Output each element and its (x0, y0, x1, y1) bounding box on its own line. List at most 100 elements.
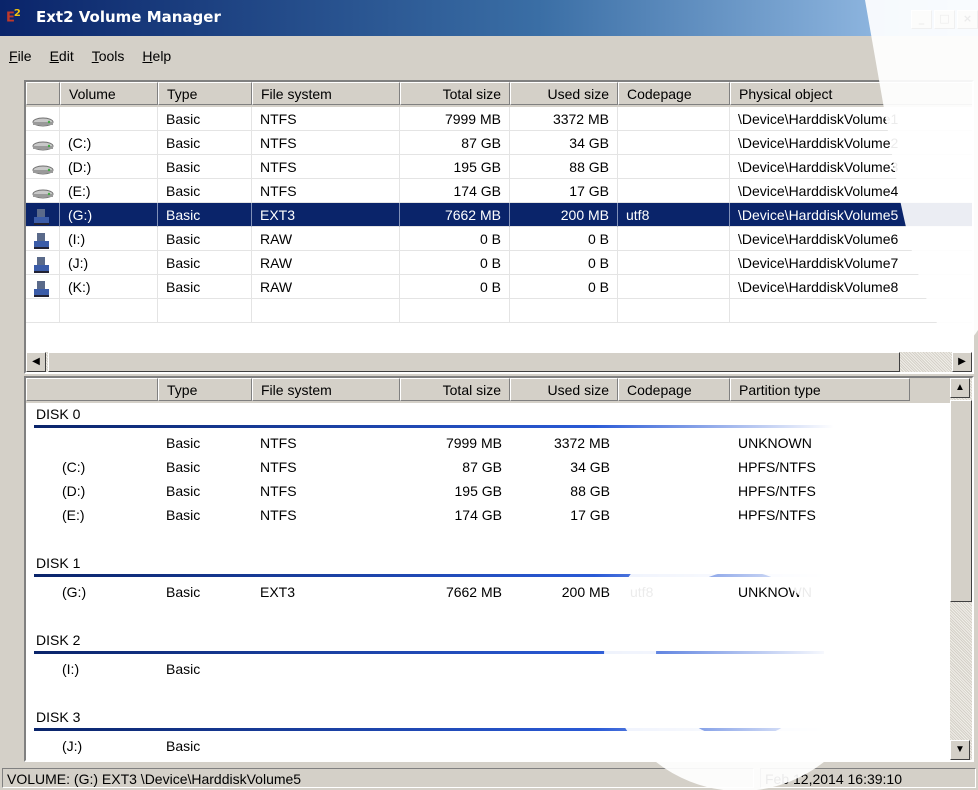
usb-drive-icon (32, 256, 52, 273)
partition-row[interactable]: Basic NTFS 7999 MB 3372 MB UNKNOWN (26, 433, 946, 457)
disk-col-header-total-size[interactable]: Total size (400, 378, 510, 401)
disk-col-header-used-size[interactable]: Used size (510, 378, 618, 401)
maximize-button[interactable]: □ (934, 10, 955, 29)
menu-tools-label: ools (98, 48, 125, 64)
cell-icon (26, 107, 60, 131)
volume-row[interactable]: (D:) Basic NTFS 195 GB 88 GB \Device\Harddisk… (26, 155, 972, 179)
menu-help[interactable]: Help (133, 48, 180, 64)
partition-row[interactable]: (E:) Basic NTFS 174 GB 17 GB HPFS/NTFS (26, 505, 946, 529)
partition-row[interactable]: (I:) Basic (26, 659, 946, 683)
disk-separator (34, 651, 834, 654)
empty-cell (60, 299, 158, 323)
cell-physical-object: \Device\HarddiskVolume1 (730, 107, 972, 131)
cell-icon (26, 227, 60, 251)
cell-type: Basic (158, 155, 252, 179)
disk-label[interactable]: DISK 2 (36, 632, 80, 648)
cell-codepage (618, 131, 730, 155)
cell-total-size: 0 B (400, 251, 510, 275)
cell-icon (26, 155, 60, 179)
col-header-codepage[interactable]: Codepage (618, 82, 730, 105)
disk-label[interactable]: DISK 1 (36, 555, 80, 571)
hard-disk-icon (32, 184, 54, 199)
scroll-up-button[interactable]: ▲ (950, 378, 970, 398)
disk-label[interactable]: DISK 0 (36, 406, 80, 422)
partition-used-size: 34 GB (570, 459, 610, 475)
partition-used-size: 200 MB (561, 584, 610, 600)
cell-codepage (618, 179, 730, 203)
disk-col-header-type[interactable]: Type (158, 378, 252, 401)
volume-list[interactable]: Volume Type File system Total size Used … (24, 80, 974, 374)
cell-type: Basic (158, 179, 252, 203)
partition-row[interactable]: (G:) Basic EXT3 7662 MB 200 MB utf8 UNKNOWN (26, 582, 946, 606)
cell-file-system: NTFS (252, 107, 400, 131)
menu-bar: File Edit Tools Help (0, 44, 978, 68)
menu-edit[interactable]: Edit (41, 48, 83, 64)
partition-row[interactable]: (J:) Basic (26, 736, 946, 760)
disk-col-header-file-system[interactable]: File system (252, 378, 400, 401)
volume-list-hscrollbar[interactable]: ◀ ▶ (26, 352, 972, 372)
cell-type: Basic (158, 275, 252, 299)
partition-volume: (C:) (62, 459, 86, 475)
title-bar[interactable]: E2 Ext2 Volume Manager _ □ × (0, 0, 978, 36)
partition-row[interactable]: (C:) Basic NTFS 87 GB 34 GB HPFS/NTFS (26, 457, 946, 481)
col-header-type[interactable]: Type (158, 82, 252, 105)
menu-tools[interactable]: Tools (83, 48, 134, 64)
volume-row[interactable]: (C:) Basic NTFS 87 GB 34 GB \Device\HarddiskV… (26, 131, 972, 155)
menu-edit-mnemonic: E (49, 48, 59, 64)
cell-type: Basic (158, 107, 252, 131)
col-header-volume[interactable]: Volume (60, 82, 158, 105)
cell-total-size: 174 GB (400, 179, 510, 203)
close-button[interactable]: × (957, 10, 978, 29)
disk-label[interactable]: DISK 3 (36, 709, 80, 725)
col-header-physical-object[interactable]: Physical object (730, 82, 972, 105)
cell-physical-object: \Device\HarddiskVolume7 (730, 251, 972, 275)
cell-codepage (618, 107, 730, 131)
minimize-button[interactable]: _ (911, 10, 932, 29)
empty-cell (158, 299, 252, 323)
disk-col-header-name[interactable] (26, 378, 158, 401)
cell-physical-object: \Device\HarddiskVolume6 (730, 227, 972, 251)
volume-row[interactable]: (G:) Basic EXT3 7662 MB 200 MB utf8 \Device\Ha… (26, 203, 972, 227)
app-window: E2 Ext2 Volume Manager _ □ × File Edit T… (0, 0, 978, 790)
cell-file-system: RAW (252, 227, 400, 251)
partition-file-system: NTFS (260, 483, 297, 499)
hard-disk-icon (32, 112, 54, 127)
volume-row[interactable]: (J:) Basic RAW 0 B0 B \Device\HarddiskVolume… (26, 251, 972, 275)
menu-help-mnemonic: H (142, 48, 153, 64)
volume-row[interactable]: (K:) Basic RAW 0 B0 B \Device\HarddiskVolume… (26, 275, 972, 299)
col-header-total-size[interactable]: Total size (400, 82, 510, 105)
cell-icon (26, 131, 60, 155)
col-header-used-size[interactable]: Used size (510, 82, 618, 105)
cell-file-system: NTFS (252, 131, 400, 155)
partition-volume: (J:) (62, 738, 83, 754)
scroll-left-button[interactable]: ◀ (26, 352, 46, 372)
cell-codepage (618, 275, 730, 299)
disk-separator (34, 425, 834, 428)
cell-used-size: 34 GB (510, 131, 618, 155)
disk-list-vscrollbar[interactable]: ▲ ▼ (950, 378, 972, 760)
vscroll-thumb[interactable] (950, 400, 972, 602)
disk-list[interactable]: Type File system Total size Used size Co… (24, 376, 974, 762)
volume-row[interactable]: (I:) Basic RAW 0 B0 B \Device\HarddiskVolume… (26, 227, 972, 251)
cell-physical-object: \Device\HarddiskVolume8 (730, 275, 972, 299)
col-header-icon[interactable] (26, 82, 60, 105)
volume-row[interactable]: Basic NTFS 7999 MB 3372 MB \Device\HarddiskV… (26, 107, 972, 131)
menu-file[interactable]: File (0, 48, 41, 64)
partition-codepage: utf8 (630, 584, 654, 600)
col-header-file-system[interactable]: File system (252, 82, 400, 105)
disk-col-header-partition-type[interactable]: Partition type (730, 378, 910, 401)
scroll-down-button[interactable]: ▼ (950, 740, 970, 760)
partition-row[interactable]: (D:) Basic NTFS 195 GB 88 GB HPFS/NTFS (26, 481, 946, 505)
partition-used-size: 88 GB (570, 483, 610, 499)
scroll-right-button[interactable]: ▶ (952, 352, 972, 372)
hscroll-thumb[interactable] (48, 352, 900, 372)
partition-type-basic: Basic (166, 483, 201, 499)
cell-total-size: 87 GB (400, 131, 510, 155)
volume-row-empty (26, 299, 972, 323)
partition-total-size: 7662 MB (445, 584, 502, 600)
partition-kind: HPFS/NTFS (738, 507, 816, 523)
volume-row[interactable]: (E:) Basic NTFS 174 GB 17 GB \Device\Harddisk… (26, 179, 972, 203)
cell-icon (26, 203, 60, 227)
disk-separator (34, 574, 834, 577)
disk-col-header-codepage[interactable]: Codepage (618, 378, 730, 401)
